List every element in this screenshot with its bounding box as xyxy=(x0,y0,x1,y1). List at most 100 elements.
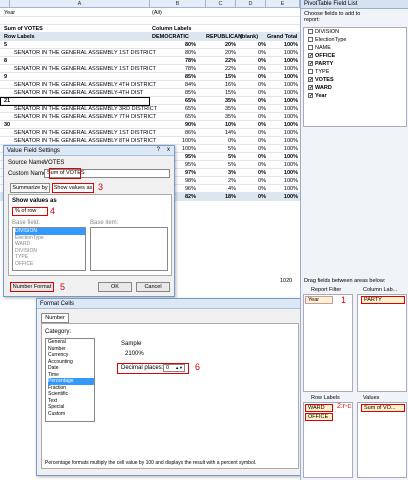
base-item-list[interactable] xyxy=(90,227,168,271)
republican-cell: 4% xyxy=(228,186,236,192)
row-label: SENATOR IN THE GENERAL ASSEMBLY-4TH DIST xyxy=(14,90,144,96)
checkbox-icon[interactable] xyxy=(308,45,313,51)
checked-checkbox-icon[interactable]: ✓ xyxy=(308,53,313,59)
table-row[interactable]: 5 80% 20% 0% 100% xyxy=(0,41,300,49)
democratic-cell: 80% xyxy=(184,42,196,48)
field-item[interactable]: DIVISION xyxy=(304,28,406,36)
blank-header: (blank) xyxy=(240,34,259,40)
tab-show-values-as[interactable]: Show values as xyxy=(52,183,94,193)
blank-row xyxy=(0,17,300,25)
value-item-sum-of-votes[interactable]: Sum of VO... xyxy=(361,404,405,412)
blank-cell: 0% xyxy=(258,170,266,176)
table-row[interactable]: SENATOR IN THE GENERAL ASSEMBLY 7TH DIST… xyxy=(0,113,300,121)
report-filter-zone[interactable] xyxy=(303,294,353,392)
field-item[interactable]: NAME xyxy=(304,44,406,52)
field-item[interactable]: ✓ VOTES xyxy=(304,76,406,84)
blank-cell: 0% xyxy=(258,50,266,56)
field-item[interactable]: ✓ OFFICE xyxy=(304,52,406,60)
table-row[interactable]: SENATOR IN THE GENERAL ASSEMBLY 1ST DIST… xyxy=(0,65,300,73)
field-item[interactable]: ✓ Year xyxy=(304,92,406,100)
democratic-header: DEMOCRATIC xyxy=(152,34,189,40)
table-row[interactable]: SENATOR IN THE GENERAL ASSEMBLY 1ST DIST… xyxy=(0,49,300,57)
base-field-item[interactable]: OFFICE xyxy=(15,261,85,268)
base-field-list[interactable]: DIVISION ElectionType WARD DIVISION TYPE OFFI… xyxy=(12,227,86,271)
grand-total-header: Grand Total xyxy=(267,34,298,40)
grand-total-cell: 100% xyxy=(283,90,298,96)
field-name: OFFICE xyxy=(315,53,336,59)
table-row[interactable]: SENATOR IN THE GENERAL ASSEMBLY-4TH DIST… xyxy=(0,89,300,97)
democratic-cell: 80% xyxy=(184,50,196,56)
row-labels-zone-label: Row Labels xyxy=(311,395,340,401)
checkbox-icon[interactable] xyxy=(308,37,313,43)
republican-cell: 3% xyxy=(228,170,236,176)
corner-cell[interactable] xyxy=(0,0,10,8)
number-format-button[interactable]: Number Format xyxy=(10,282,54,292)
republican-cell: 5% xyxy=(228,154,236,160)
help-icon[interactable]: ? xyxy=(157,147,160,153)
republican-cell: 10% xyxy=(224,122,236,128)
pivot-header-row: Row Labels DEMOCRATIC REPUBLICAN (blank)… xyxy=(0,33,300,41)
checkbox-icon[interactable] xyxy=(308,69,313,75)
tab-number[interactable]: Number xyxy=(41,313,69,323)
checked-checkbox-icon[interactable]: ✓ xyxy=(308,85,313,91)
show-values-as-label: Show values as xyxy=(12,198,57,204)
grand-total-cell: 100% xyxy=(283,98,298,104)
column-header-b[interactable]: B xyxy=(150,0,206,8)
row-item-ward[interactable]: WARD xyxy=(305,404,333,412)
field-name: DIVISION xyxy=(315,29,340,35)
checkbox-icon[interactable] xyxy=(308,29,313,35)
column-labels-header[interactable]: Column Labels xyxy=(152,25,191,33)
values-zone[interactable] xyxy=(357,402,407,478)
column-item-party[interactable]: PARTY xyxy=(361,296,405,304)
table-row[interactable]: 9 85% 15% 0% 100% xyxy=(0,73,300,81)
table-row[interactable]: SENATOR IN THE GENERAL ASSEMBLY 3RD DIST… xyxy=(0,105,300,113)
grand-total-cell: 100% xyxy=(283,178,298,184)
tab-summarize-by[interactable]: Summarize by xyxy=(10,183,50,193)
category-item[interactable]: Custom xyxy=(48,411,94,418)
custom-name-label: Custom Name: xyxy=(8,171,49,177)
cancel-button[interactable]: Cancel xyxy=(136,282,170,292)
field-item[interactable]: ✓ PARTY xyxy=(304,60,406,68)
custom-name-highlight xyxy=(49,168,81,179)
table-row[interactable]: SENATOR IN THE GENERAL ASSEMBLY 1ST DIST… xyxy=(0,129,300,137)
category-list[interactable]: General Number Currency Accounting Date Time P… xyxy=(45,338,95,422)
column-header-e[interactable]: E xyxy=(266,0,300,8)
field-name: VOTES xyxy=(315,77,334,83)
column-labels-zone[interactable] xyxy=(357,294,407,392)
checked-checkbox-icon[interactable]: ✓ xyxy=(308,61,313,67)
field-item[interactable]: ✓ WARD xyxy=(304,84,406,92)
custom-name-input[interactable]: Sum of VOTES xyxy=(44,168,170,179)
row-label: 8 xyxy=(4,58,8,64)
field-item[interactable]: ElectionType xyxy=(304,36,406,44)
table-row[interactable]: SENATOR IN THE GENERAL ASSEMBLY 4TH DIST… xyxy=(0,81,300,89)
filter-item-year[interactable]: Year xyxy=(305,296,333,304)
ok-button[interactable]: OK xyxy=(98,282,132,292)
row-labels-header[interactable]: Row Labels xyxy=(4,33,35,41)
column-header-c[interactable]: C xyxy=(206,0,236,8)
row-item-office[interactable]: OFFICE xyxy=(305,413,333,421)
decimal-places-spinner[interactable]: 0 ▲▼ xyxy=(163,364,185,372)
blank-cell: 0% xyxy=(258,154,266,160)
blank-cell: 0% xyxy=(258,162,266,168)
filter-row[interactable]: Year (All) xyxy=(0,9,300,17)
show-values-as-dropdown[interactable]: % of row xyxy=(12,207,48,216)
spinner-arrows-icon[interactable]: ▲▼ xyxy=(175,365,183,371)
checked-checkbox-icon[interactable]: ✓ xyxy=(308,77,313,83)
close-icon[interactable]: x xyxy=(167,147,170,153)
values-zone-label: Values xyxy=(363,395,380,401)
table-row[interactable]: 30 90% 10% 0% 100% xyxy=(0,121,300,129)
column-header-a[interactable]: A xyxy=(10,0,150,8)
blank-cell: 0% xyxy=(258,74,266,80)
format-cells-title: Format Cells xyxy=(37,299,301,309)
republican-cell: 5% xyxy=(228,146,236,152)
filter-value[interactable]: (All) xyxy=(152,9,162,17)
grand-total-cell: 100% xyxy=(283,162,298,168)
table-row[interactable]: 8 78% 22% 0% 100% xyxy=(0,57,300,65)
decimal-places-value: 0 xyxy=(166,365,170,371)
field-item[interactable]: TYPE xyxy=(304,68,406,76)
field-list-title: PivotTable Field List xyxy=(301,0,408,9)
checked-checkbox-icon[interactable]: ✓ xyxy=(308,93,313,99)
democratic-cell: 85% xyxy=(184,90,196,96)
table-row[interactable]: SENATOR IN THE GENERAL ASSEMBLY 8TH DIST… xyxy=(0,137,300,145)
column-header-d[interactable]: D xyxy=(236,0,266,8)
